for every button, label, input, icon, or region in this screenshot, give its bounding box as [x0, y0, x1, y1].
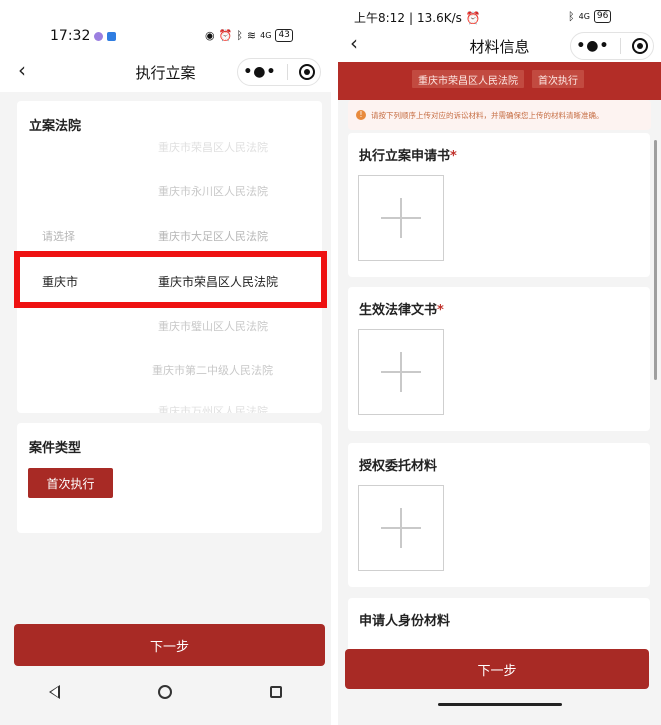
court-section-title: 立案法院 [29, 119, 82, 134]
picker-option[interactable]: 重庆市万州区人民法院 [158, 403, 268, 413]
nav-bar: ‹ 材料信息 •●• [338, 30, 661, 62]
more-icon[interactable]: •●• [243, 64, 276, 80]
upload-notice: ! 请按下列顺序上传对应的诉讼材料，并需确保您上传的材料清晰准确。 [348, 100, 651, 130]
target-icon[interactable] [298, 64, 315, 80]
plus-icon [381, 508, 421, 548]
page-title: 材料信息 [469, 37, 530, 56]
upload-box[interactable] [358, 485, 444, 571]
section-title: 授权委托材料 [359, 459, 438, 474]
mini-program-capsule: •●• [570, 32, 654, 60]
battery-indicator: 96 [593, 10, 612, 23]
nav-back-triangle-icon[interactable] [49, 685, 60, 699]
selection-highlight-box [14, 251, 327, 308]
picker-option[interactable]: 重庆市荣昌区人民法院 [158, 139, 268, 155]
more-icon[interactable]: •●• [576, 38, 609, 54]
capsule-divider [287, 64, 289, 80]
signal-label: 4G [578, 12, 590, 21]
target-icon[interactable] [631, 38, 648, 54]
status-divider: | [408, 10, 413, 25]
wifi-icon: ≋ [246, 29, 257, 42]
picker-option[interactable]: 重庆市大足区人民法院 [158, 228, 268, 244]
status-bar: 上午8:12 | 13.6K/s ⏰ ᛒ 4G 96 [338, 0, 661, 32]
case-section-title: 案件类型 [29, 441, 82, 456]
section-title: 生效法律文书* [359, 303, 444, 318]
status-time: 上午8:12 [354, 11, 405, 25]
case-type-card: 案件类型 首次执行 [17, 423, 322, 533]
left-phone-screen: 17:32 ◉ ⏰ ᛒ ≋ 4G 43 ‹ 执行立案 •●• 立案法院 重庆市荣… [0, 0, 331, 725]
nav-recents-square-icon[interactable] [270, 686, 282, 698]
mini-program-capsule: •●• [237, 58, 321, 86]
picker-option[interactable]: 重庆市第二中级人民法院 [152, 362, 273, 378]
plus-icon [381, 198, 421, 238]
upload-box[interactable] [358, 329, 444, 415]
court-tag: 重庆市荣昌区人民法院 [412, 70, 524, 88]
plus-icon [381, 352, 421, 392]
signal-label: 4G [260, 31, 272, 40]
bluetooth-icon: ᛒ [236, 29, 243, 42]
scrollbar[interactable] [654, 140, 657, 380]
page-title: 执行立案 [135, 63, 196, 82]
nav-home-circle-icon[interactable] [158, 685, 172, 699]
home-indicator[interactable] [438, 703, 562, 706]
app-notification-icon [94, 31, 104, 41]
system-nav-bar [0, 672, 331, 712]
back-icon[interactable]: ‹ [18, 58, 26, 82]
network-speed: 13.6K/s [417, 10, 462, 25]
status-time: 17:32 [50, 28, 91, 44]
nav-bar: ‹ 执行立案 •●• [0, 52, 331, 92]
city-option[interactable]: 请选择 [42, 228, 75, 244]
bluetooth-icon: ᛒ [568, 10, 575, 23]
battery-indicator: 43 [275, 29, 293, 42]
warn-icon: ! [356, 110, 366, 120]
upload-section-application: 执行立案申请书* [348, 133, 650, 277]
notice-text: 请按下列顺序上传对应的诉讼材料，并需确保您上传的材料清晰准确。 [371, 110, 604, 120]
first-execution-button[interactable]: 首次执行 [28, 468, 113, 498]
next-step-button[interactable]: 下一步 [14, 624, 325, 666]
section-title: 执行立案申请书* [359, 149, 457, 164]
back-icon[interactable]: ‹ [350, 31, 358, 55]
case-type-tag: 首次执行 [532, 70, 584, 88]
alarm-icon: ⏰ [218, 29, 233, 42]
next-step-button[interactable]: 下一步 [345, 649, 649, 689]
alarm-icon: ⏰ [465, 10, 481, 25]
eye-icon: ◉ [205, 29, 215, 42]
upload-section-authorization: 授权委托材料 [348, 443, 650, 587]
app-notification-icon [107, 31, 117, 41]
right-phone-screen: 上午8:12 | 13.6K/s ⏰ ᛒ 4G 96 ‹ 材料信息 •●• 重庆… [338, 0, 661, 725]
upload-box[interactable] [358, 175, 444, 261]
upload-section-legal-document: 生效法律文书* [348, 287, 650, 431]
capsule-divider [620, 38, 622, 54]
picker-option[interactable]: 重庆市永川区人民法院 [158, 183, 268, 199]
picker-option[interactable]: 重庆市璧山区人民法院 [158, 318, 268, 334]
section-title: 申请人身份材料 [359, 614, 451, 629]
